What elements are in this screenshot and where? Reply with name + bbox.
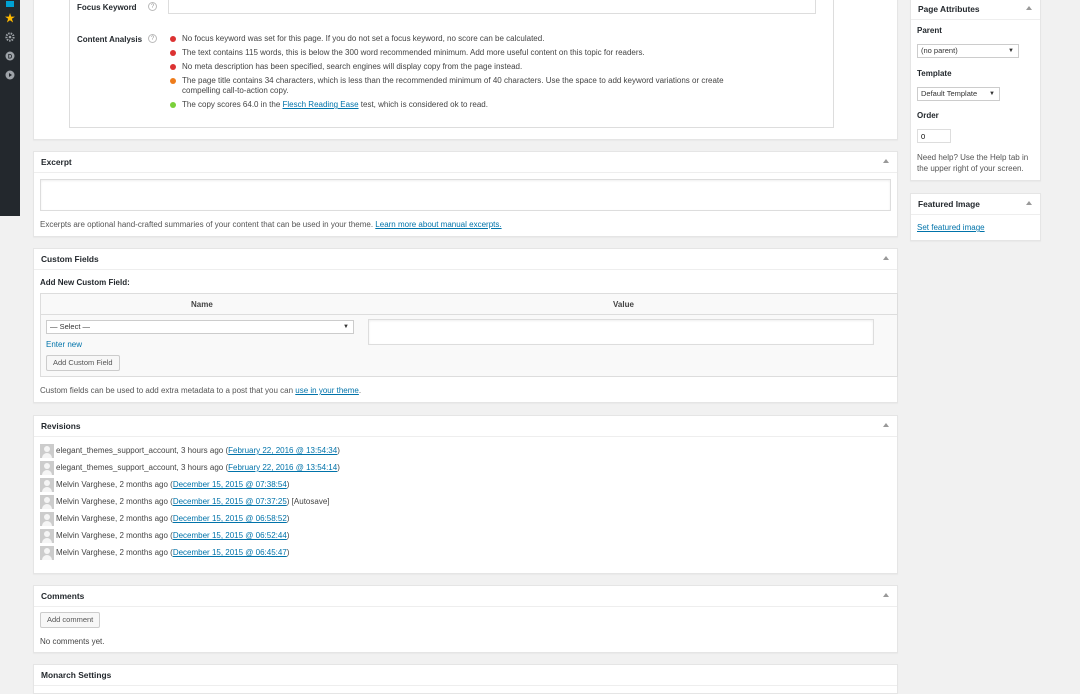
excerpt-box: Excerpt Excerpts are optional hand-craft… (33, 151, 898, 237)
page-attributes-title: Page Attributes (918, 4, 980, 14)
play-icon[interactable] (4, 69, 16, 81)
custom-field-table: Name Value — Select — ▼ Enter new Add Cus… (40, 293, 898, 377)
collapse-toggle-icon[interactable] (1026, 201, 1032, 205)
page-attributes-help: Need help? Use the Help tab in the upper… (917, 153, 1029, 173)
chevron-down-icon: ▼ (1008, 48, 1014, 54)
yoast-seo-box: Focus Keyword ? Content Analysis ? No fo… (33, 0, 898, 140)
page-attributes-box: Page Attributes Parent (no parent) ▼ Temp… (910, 0, 1041, 181)
revision-link[interactable]: December 15, 2015 @ 06:45:47 (173, 548, 287, 557)
status-dot-bad (170, 50, 176, 56)
content-analysis-list: No focus keyword was set for this page. … (170, 34, 770, 114)
add-comment-button[interactable]: Add comment (40, 612, 101, 628)
collapse-toggle-icon[interactable] (883, 423, 889, 427)
analysis-item: The page title contains 34 characters, w… (170, 76, 762, 96)
collapse-toggle-icon[interactable] (883, 159, 889, 163)
template-label: Template (917, 69, 952, 78)
custom-fields-title: Custom Fields (41, 254, 99, 264)
excerpt-description: Excerpts are optional hand-crafted summa… (40, 220, 502, 229)
collapse-toggle-icon[interactable] (1026, 6, 1032, 10)
status-dot-bad (170, 36, 176, 42)
chevron-down-icon: ▼ (989, 91, 995, 97)
featured-image-box: Featured Image Set featured image (910, 193, 1041, 241)
avatar (40, 444, 54, 458)
monarch-settings-title: Monarch Settings (41, 670, 112, 680)
excerpt-textarea[interactable] (40, 179, 891, 211)
analysis-item: No meta description has been specified, … (170, 62, 770, 72)
use-in-your-theme-link[interactable]: use in your theme (295, 386, 359, 395)
content-analysis-label: Content Analysis (77, 35, 143, 44)
featured-image-title: Featured Image (918, 199, 980, 209)
chevron-down-icon: ▼ (343, 324, 349, 330)
template-select[interactable]: Default Template ▼ (917, 87, 1000, 101)
custom-fields-description: Custom fields can be used to add extra m… (40, 386, 362, 395)
collapse-toggle-icon[interactable] (883, 593, 889, 597)
revision-link[interactable]: December 15, 2015 @ 06:58:52 (173, 514, 287, 523)
revision-link[interactable]: February 22, 2016 @ 13:54:14 (228, 463, 337, 472)
comments-title: Comments (41, 591, 85, 601)
star-icon[interactable] (4, 12, 16, 24)
divi-icon[interactable]: D (4, 50, 16, 62)
custom-field-name-select[interactable]: — Select — ▼ (46, 320, 354, 334)
avatar (40, 529, 54, 543)
status-dot-good (170, 102, 176, 108)
status-dot-bad (170, 64, 176, 70)
revision-link[interactable]: December 15, 2015 @ 07:38:54 (173, 480, 287, 489)
monarch-settings-box: Monarch Settings (33, 664, 898, 694)
avatar (40, 478, 54, 492)
seo-snippet-panel: Focus Keyword ? Content Analysis ? No fo… (69, 0, 834, 128)
flesch-reading-ease-link[interactable]: Flesch Reading Ease (283, 100, 359, 109)
svg-text:D: D (8, 54, 13, 60)
column-header-value: Value (613, 300, 634, 309)
help-icon[interactable]: ? (148, 34, 157, 43)
table-header: Name Value (41, 294, 897, 315)
enter-new-link[interactable]: Enter new (46, 340, 82, 349)
add-new-custom-field-label: Add New Custom Field: (40, 278, 130, 287)
collapse-toggle-icon[interactable] (883, 256, 889, 260)
admin-menu-strip: D (0, 0, 20, 216)
help-icon[interactable]: ? (148, 2, 157, 11)
media-icon[interactable] (4, 0, 16, 12)
avatar (40, 546, 54, 560)
parent-label: Parent (917, 26, 942, 35)
manual-excerpts-link[interactable]: Learn more about manual excerpts. (375, 220, 501, 229)
analysis-item: The copy scores 64.0 in the Flesch Readi… (170, 100, 770, 110)
avatar (40, 461, 54, 475)
gear-icon[interactable] (4, 31, 16, 43)
revisions-box: Revisions elegant_themes_support_account… (33, 415, 898, 574)
order-label: Order (917, 111, 939, 120)
order-input[interactable] (917, 129, 951, 143)
status-dot-ok (170, 78, 176, 84)
set-featured-image-link[interactable]: Set featured image (917, 223, 985, 232)
comments-box: Comments Add comment No comments yet. (33, 585, 898, 653)
add-custom-field-button[interactable]: Add Custom Field (46, 355, 120, 371)
revision-link[interactable]: December 15, 2015 @ 06:52:44 (173, 531, 287, 540)
parent-select[interactable]: (no parent) ▼ (917, 44, 1019, 58)
revision-link[interactable]: February 22, 2016 @ 13:54:34 (228, 446, 337, 455)
excerpt-title: Excerpt (41, 157, 72, 167)
avatar (40, 512, 54, 526)
analysis-item: The text contains 115 words, this is bel… (170, 48, 770, 58)
revision-link[interactable]: December 15, 2015 @ 07:37:25 (173, 497, 287, 506)
avatar (40, 495, 54, 509)
no-comments-text: No comments yet. (40, 637, 105, 646)
custom-field-value-textarea[interactable] (368, 319, 874, 345)
focus-keyword-input[interactable] (168, 0, 816, 14)
focus-keyword-label: Focus Keyword (77, 3, 137, 12)
custom-fields-box: Custom Fields Add New Custom Field: Name… (33, 248, 898, 403)
analysis-item: No focus keyword was set for this page. … (170, 34, 770, 44)
column-header-name: Name (191, 300, 213, 309)
revisions-title: Revisions (41, 421, 81, 431)
